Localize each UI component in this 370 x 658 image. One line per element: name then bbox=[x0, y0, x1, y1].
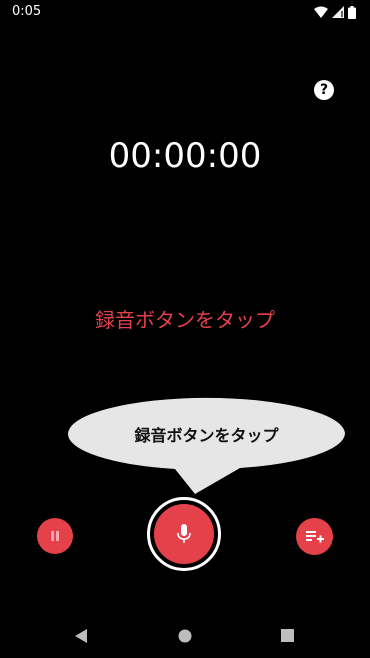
status-icons bbox=[314, 5, 356, 19]
tooltip-text: 録音ボタンをタップ bbox=[134, 426, 279, 445]
pause-button[interactable] bbox=[37, 518, 73, 554]
recording-timer: 00:00:00 bbox=[108, 136, 262, 176]
instruction-text: 録音ボタンをタップ bbox=[95, 308, 275, 332]
signal-icon bbox=[332, 6, 344, 18]
help-button[interactable]: ? bbox=[314, 80, 334, 100]
status-time: 0:05 bbox=[12, 4, 42, 19]
pause-icon bbox=[51, 531, 59, 541]
help-icon: ? bbox=[319, 82, 329, 98]
recording-list-button[interactable] bbox=[296, 518, 333, 555]
status-bar: 0:05 bbox=[0, 0, 370, 24]
record-button-ring bbox=[147, 497, 221, 571]
playlist-add-icon bbox=[305, 530, 324, 542]
navigation-bar bbox=[0, 610, 370, 658]
wifi-icon bbox=[314, 6, 328, 18]
home-icon[interactable] bbox=[178, 629, 192, 643]
recents-icon[interactable] bbox=[281, 629, 294, 642]
back-icon[interactable] bbox=[74, 628, 88, 644]
record-button[interactable] bbox=[154, 504, 214, 564]
battery-icon bbox=[348, 5, 356, 19]
microphone-icon bbox=[177, 524, 191, 543]
